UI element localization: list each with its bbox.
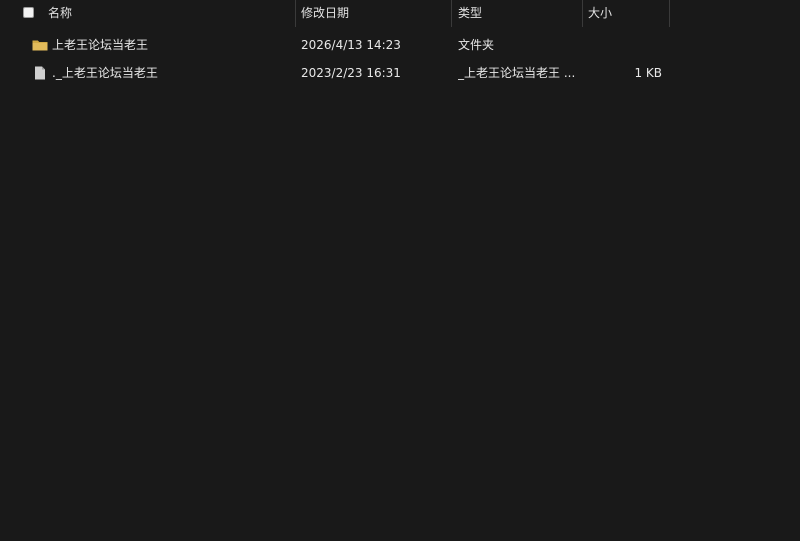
file-type: _上老王论坛当老王 ... (458, 66, 576, 80)
file-modified: 2023/2/23 16:31 (301, 66, 401, 80)
file-icon (35, 66, 45, 80)
file-size: 1 KB (634, 66, 662, 80)
column-divider[interactable] (295, 0, 296, 27)
file-size (588, 31, 662, 59)
file-explorer: ⌃ 名称 修改日期 类型 大小 上老王论坛当老王 2026/4/13 14:23… (0, 0, 800, 541)
column-divider[interactable] (669, 0, 670, 27)
folder-icon (32, 40, 48, 51)
file-modified: 2026/4/13 14:23 (301, 38, 401, 52)
file-type: 文件夹 (458, 38, 495, 52)
file-name: 上老王论坛当老王 (52, 38, 149, 52)
select-all-checkbox[interactable] (23, 7, 34, 18)
file-row[interactable]: ._上老王论坛当老王 2023/2/23 16:31 _上老王论坛当老王 ...… (0, 59, 800, 87)
column-header-name[interactable]: 名称 (48, 0, 294, 27)
column-header-type[interactable]: 类型 (458, 0, 580, 27)
column-divider[interactable] (451, 0, 452, 27)
file-row[interactable]: 上老王论坛当老王 2026/4/13 14:23 文件夹 (0, 31, 800, 59)
file-name: ._上老王论坛当老王 (52, 66, 158, 80)
column-header-size[interactable]: 大小 (588, 0, 666, 27)
column-header-bar: ⌃ 名称 修改日期 类型 大小 (0, 0, 800, 27)
column-divider[interactable] (582, 0, 583, 27)
column-header-modified[interactable]: 修改日期 (301, 0, 449, 27)
